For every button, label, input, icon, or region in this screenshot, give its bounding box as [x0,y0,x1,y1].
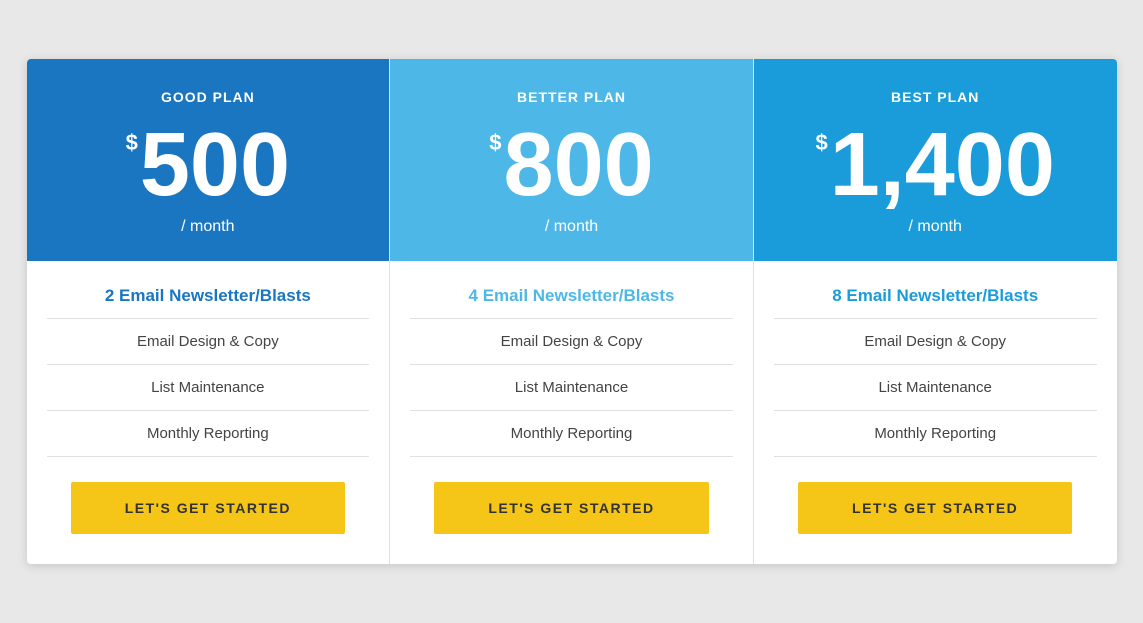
plan-cta-wrapper-better: LET'S GET STARTED [410,482,733,534]
plan-feature-item-good-0: Email Design & Copy [47,319,370,365]
plan-highlight-better: 4 Email Newsletter/Blasts [410,286,733,319]
plan-body-best: 8 Email Newsletter/BlastsEmail Design & … [754,261,1117,564]
plan-feature-item-good-1: List Maintenance [47,365,370,411]
plan-header-better: BETTER PLAN $800 / month [390,59,753,261]
plan-currency-good: $ [126,130,138,156]
plan-header-good: GOOD PLAN $500 / month [27,59,390,261]
plan-feature-item-better-1: List Maintenance [410,365,733,411]
plan-features-list-best: Email Design & CopyList MaintenanceMonth… [774,319,1097,457]
plan-highlight-best: 8 Email Newsletter/Blasts [774,286,1097,319]
plan-currency-best: $ [815,130,827,156]
plan-body-better: 4 Email Newsletter/BlastsEmail Design & … [390,261,753,564]
plan-price-wrapper-better: $800 [489,120,653,210]
plan-price-wrapper-good: $500 [126,120,290,210]
plan-cta-button-better[interactable]: LET'S GET STARTED [434,482,708,534]
plan-card-good: GOOD PLAN $500 / month 2 Email Newsletter/B… [27,59,391,564]
plan-feature-item-better-0: Email Design & Copy [410,319,733,365]
plan-name-good: GOOD PLAN [161,89,255,105]
plan-amount-better: 800 [504,120,654,210]
plan-body-good: 2 Email Newsletter/BlastsEmail Design & … [27,261,390,564]
plan-cta-button-best[interactable]: LET'S GET STARTED [798,482,1072,534]
plan-card-best: BEST PLAN $1,400 / month 8 Email Newsletter… [754,59,1117,564]
plan-header-best: BEST PLAN $1,400 / month [754,59,1117,261]
plan-highlight-good: 2 Email Newsletter/Blasts [47,286,370,319]
plan-feature-item-best-0: Email Design & Copy [774,319,1097,365]
plan-cta-wrapper-best: LET'S GET STARTED [774,482,1097,534]
plan-amount-good: 500 [140,120,290,210]
plan-features-list-better: Email Design & CopyList MaintenanceMonth… [410,319,733,457]
plan-period-better: / month [545,218,598,236]
plan-feature-item-best-2: Monthly Reporting [774,411,1097,457]
plan-period-best: / month [909,218,962,236]
plan-amount-best: 1,400 [830,120,1055,210]
plan-feature-item-good-2: Monthly Reporting [47,411,370,457]
plan-features-list-good: Email Design & CopyList MaintenanceMonth… [47,319,370,457]
plan-cta-button-good[interactable]: LET'S GET STARTED [71,482,345,534]
plan-name-better: BETTER PLAN [517,89,626,105]
pricing-container: GOOD PLAN $500 / month 2 Email Newsletter/B… [27,59,1117,564]
plan-price-wrapper-best: $1,400 [815,120,1054,210]
plan-cta-wrapper-good: LET'S GET STARTED [47,482,370,534]
plan-name-best: BEST PLAN [891,89,979,105]
plan-feature-item-best-1: List Maintenance [774,365,1097,411]
plan-card-better: BETTER PLAN $800 / month 4 Email Newsletter… [390,59,754,564]
plan-feature-item-better-2: Monthly Reporting [410,411,733,457]
plan-period-good: / month [181,218,234,236]
plan-currency-better: $ [489,130,501,156]
